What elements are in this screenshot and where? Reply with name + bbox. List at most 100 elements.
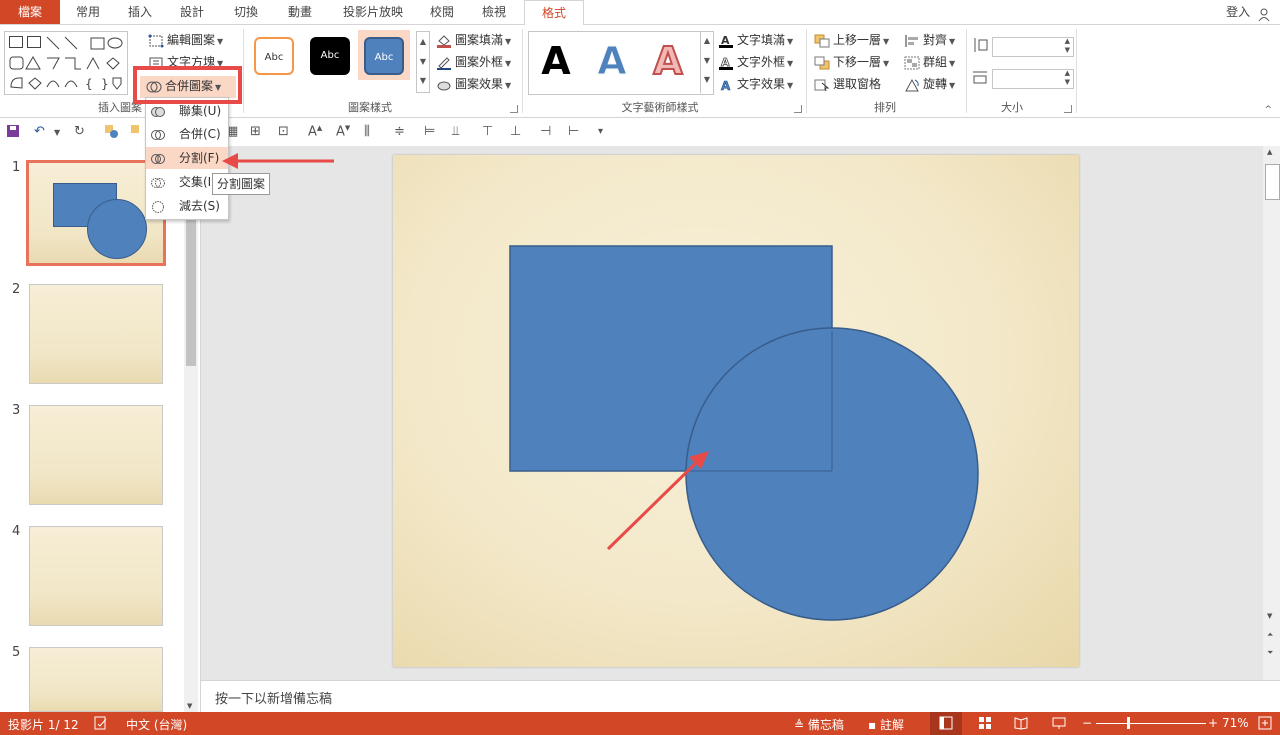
- shape-fill-button[interactable]: 圖案填滿 ▼: [436, 30, 511, 50]
- slide-thumbnail-2[interactable]: [29, 284, 163, 384]
- slide-thumbnail-4[interactable]: [29, 526, 163, 626]
- notes-button[interactable]: ≜ 備忘稿: [794, 716, 844, 733]
- wordart-style-red-outline[interactable]: A: [643, 38, 693, 84]
- dialog-launcher-icon[interactable]: [1064, 105, 1072, 113]
- distribute-horizontal-icon[interactable]: ⫼: [364, 124, 370, 139]
- slide-sorter-icon[interactable]: [978, 716, 992, 733]
- grow-font-icon[interactable]: A▲: [308, 124, 322, 139]
- fit-slide-icon[interactable]: [1258, 716, 1272, 733]
- previous-slide-icon[interactable]: ⏶: [1267, 630, 1273, 640]
- chevron-down-icon[interactable]: ▼: [417, 52, 429, 72]
- tab-animations[interactable]: 動畫: [276, 0, 324, 24]
- editor-scrollbar[interactable]: ▲ ▼ ⏶ ⏷: [1263, 146, 1280, 680]
- customize-qat-icon[interactable]: ▾: [598, 126, 603, 137]
- align-bottom-icon[interactable]: ⫫: [452, 124, 459, 139]
- shape-effects-button[interactable]: 圖案效果 ▼: [436, 74, 511, 94]
- text-effects-button[interactable]: A 文字效果 ▼: [718, 74, 793, 94]
- selection-pane-button[interactable]: 選取窗格: [814, 74, 881, 94]
- chevron-down-icon[interactable]: ▼: [54, 128, 60, 137]
- menu-item-combine[interactable]: 合併(C): [146, 123, 228, 145]
- slide-thumbnail-5[interactable]: [29, 647, 163, 712]
- chevron-up-icon[interactable]: ▲: [417, 32, 429, 52]
- shrink-font-icon[interactable]: A▼: [336, 124, 350, 139]
- bring-front-icon[interactable]: [130, 124, 144, 142]
- spin-down-icon[interactable]: ▼: [1065, 46, 1070, 54]
- scrollbar-thumb[interactable]: [186, 216, 196, 366]
- line-shapes-icon[interactable]: [45, 35, 125, 51]
- shape-width-input[interactable]: ▲ ▼: [992, 69, 1074, 89]
- wordart-style-black[interactable]: A: [531, 39, 581, 83]
- distribute-vertical-icon[interactable]: ⊥: [510, 124, 521, 139]
- dialog-launcher-icon[interactable]: [510, 105, 518, 113]
- align-center-icon[interactable]: ≑: [394, 124, 405, 139]
- redo-icon[interactable]: ↻: [74, 124, 85, 139]
- chevron-down-icon[interactable]: ▼: [701, 51, 713, 71]
- tab-view[interactable]: 檢視: [470, 0, 518, 24]
- menu-item-subtract[interactable]: 減去(S): [146, 195, 228, 217]
- save-icon[interactable]: [6, 124, 20, 142]
- shape-outline-button[interactable]: 圖案外框 ▼: [436, 52, 511, 72]
- rotate-button[interactable]: 旋轉 ▼: [904, 74, 955, 94]
- zoom-slider-track[interactable]: [1096, 723, 1206, 724]
- wordart-style-blue[interactable]: A: [587, 39, 637, 84]
- zoom-in-icon[interactable]: +: [1208, 716, 1218, 730]
- collapse-ribbon-icon[interactable]: ^: [1264, 105, 1272, 115]
- normal-view-button[interactable]: [930, 712, 962, 735]
- tab-transitions[interactable]: 切換: [222, 0, 270, 24]
- align-left-icon[interactable]: ⊢: [568, 124, 579, 139]
- vertical-textbox-shape-icon[interactable]: [27, 36, 41, 48]
- shapes-gallery[interactable]: {}: [4, 31, 128, 95]
- scroll-down-icon[interactable]: ▼: [1267, 612, 1272, 620]
- spin-up-icon[interactable]: ▲: [1065, 69, 1070, 77]
- notes-pane[interactable]: 按一下以新增備忘稿: [201, 680, 1280, 713]
- spin-up-icon[interactable]: ▲: [1065, 37, 1070, 45]
- menu-item-fragment[interactable]: 分割(F): [146, 147, 228, 169]
- tab-home[interactable]: 常用: [64, 0, 112, 24]
- spin-down-icon[interactable]: ▼: [1065, 78, 1070, 86]
- zoom-slider-thumb[interactable]: [1127, 717, 1130, 729]
- tab-insert[interactable]: 插入: [116, 0, 164, 24]
- align-right-icon[interactable]: ⊣: [540, 124, 551, 139]
- wordart-scroll[interactable]: ▲ ▼ ▼: [700, 31, 713, 93]
- reading-view-icon[interactable]: [1014, 716, 1028, 733]
- scroll-up-icon[interactable]: ▲: [1267, 148, 1272, 156]
- align-top-icon[interactable]: ⊤: [482, 124, 493, 139]
- shape-styles-scroll[interactable]: ▲ ▼ ▼: [416, 31, 430, 93]
- shapes-icon[interactable]: [104, 124, 118, 142]
- ungroup-icon[interactable]: ⊞: [250, 124, 261, 139]
- scroll-down-icon[interactable]: ▼: [187, 702, 192, 710]
- more-icon[interactable]: ▼: [701, 71, 713, 89]
- thumbnail-scrollbar[interactable]: ▼: [184, 146, 198, 712]
- dialog-launcher-icon[interactable]: [794, 105, 802, 113]
- send-backward-button[interactable]: 下移一層 ▼: [814, 52, 889, 72]
- align-button[interactable]: 對齊 ▼: [904, 30, 955, 50]
- scrollbar-thumb[interactable]: [1265, 164, 1280, 200]
- undo-icon[interactable]: ↶: [34, 124, 45, 139]
- edit-shape-button[interactable]: 編輯圖案 ▼: [148, 30, 223, 50]
- slide-thumbnail-3[interactable]: [29, 405, 163, 505]
- tab-file[interactable]: 檔案: [0, 0, 60, 24]
- zoom-level[interactable]: 71%: [1222, 716, 1249, 730]
- regroup-icon[interactable]: ⊡: [278, 124, 289, 139]
- tab-design[interactable]: 設計: [168, 0, 216, 24]
- zoom-out-icon[interactable]: −: [1082, 716, 1092, 730]
- text-outline-button[interactable]: A 文字外框 ▼: [718, 52, 793, 72]
- comments-button[interactable]: ▪ 註解: [868, 716, 904, 733]
- next-slide-icon[interactable]: ⏷: [1267, 648, 1273, 658]
- shape-height-input[interactable]: ▲ ▼: [992, 37, 1074, 57]
- spellcheck-icon[interactable]: [94, 716, 108, 733]
- text-fill-button[interactable]: A 文字填滿 ▼: [718, 30, 793, 50]
- tab-format[interactable]: 格式: [524, 0, 584, 26]
- textbox-shape-icon[interactable]: [9, 36, 23, 48]
- basic-shapes-icon[interactable]: [9, 55, 125, 71]
- more-icon[interactable]: ▼: [417, 72, 429, 90]
- tab-review[interactable]: 校閱: [418, 0, 466, 24]
- sign-in-link[interactable]: 登入: [1226, 0, 1270, 24]
- align-middle-icon[interactable]: ⊨: [424, 124, 435, 139]
- more-shapes-icon[interactable]: {}: [9, 75, 125, 91]
- language-indicator[interactable]: 中文 (台灣): [126, 716, 187, 733]
- bring-forward-button[interactable]: 上移一層 ▼: [814, 30, 889, 50]
- shape-style-blue[interactable]: Abc: [364, 37, 404, 75]
- slideshow-icon[interactable]: [1052, 716, 1066, 733]
- group-button[interactable]: 群組 ▼: [904, 52, 955, 72]
